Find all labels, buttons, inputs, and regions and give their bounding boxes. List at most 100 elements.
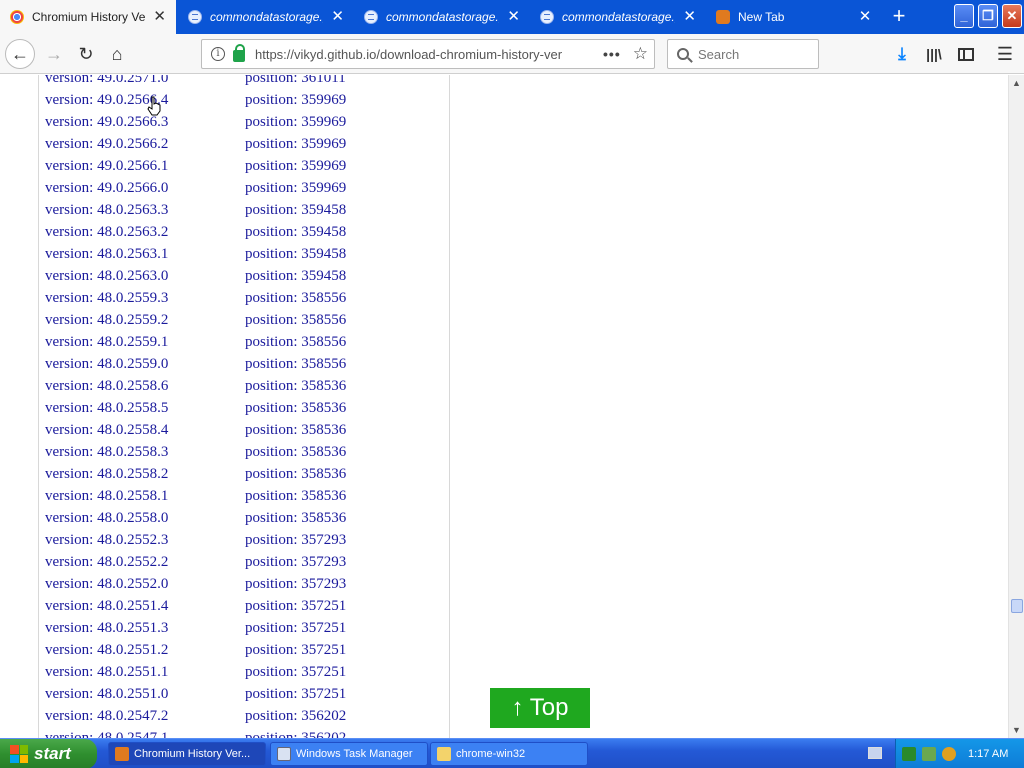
version-link[interactable]: version: 49.0.2566.1 xyxy=(45,155,168,177)
library-icon[interactable]: |||\ xyxy=(923,43,945,65)
vertical-scrollbar[interactable]: ▲ ▼ xyxy=(1008,75,1024,738)
scrollbar-thumb[interactable] xyxy=(1011,599,1023,613)
close-tab-icon[interactable]: ✕ xyxy=(683,9,696,24)
tab-commondatastorage-1[interactable]: commondatastorage.go ✕ xyxy=(178,0,354,34)
version-link[interactable]: version: 48.0.2558.6 xyxy=(45,375,168,397)
position-link[interactable]: position: 356202 xyxy=(245,727,346,738)
position-link[interactable]: position: 357251 xyxy=(245,595,346,617)
version-link[interactable]: version: 48.0.2563.0 xyxy=(45,265,168,287)
version-link[interactable]: version: 48.0.2547.1 xyxy=(45,727,168,738)
position-link[interactable]: position: 358536 xyxy=(245,397,346,419)
position-link[interactable]: position: 359969 xyxy=(245,133,346,155)
version-link[interactable]: version: 48.0.2551.4 xyxy=(45,595,168,617)
page-actions-icon[interactable]: ••• xyxy=(603,46,621,62)
forward-arrow-icon[interactable]: → xyxy=(40,40,68,68)
url-text[interactable]: https://vikyd.github.io/download-chromiu… xyxy=(255,47,603,62)
tab-chromium-history[interactable]: Chromium History Versio ✕ xyxy=(0,0,176,34)
version-link[interactable]: version: 48.0.2558.2 xyxy=(45,463,168,485)
version-link[interactable]: version: 48.0.2551.1 xyxy=(45,661,168,683)
version-link[interactable]: version: 49.0.2571.0 xyxy=(45,75,168,89)
version-link[interactable]: version: 48.0.2563.1 xyxy=(45,243,168,265)
hamburger-menu-icon[interactable]: ☰ xyxy=(994,43,1016,65)
bookmark-star-icon[interactable]: ☆ xyxy=(633,44,648,64)
taskbar-item-chrome-win32[interactable]: chrome-win32 xyxy=(430,742,588,766)
version-link[interactable]: version: 48.0.2559.3 xyxy=(45,287,168,309)
version-link[interactable]: version: 48.0.2558.4 xyxy=(45,419,168,441)
version-link[interactable]: version: 48.0.2551.0 xyxy=(45,683,168,705)
keyboard-layout-icon[interactable] xyxy=(868,747,882,759)
position-link[interactable]: position: 358556 xyxy=(245,287,346,309)
position-link[interactable]: position: 359458 xyxy=(245,243,346,265)
position-link[interactable]: position: 359969 xyxy=(245,177,346,199)
version-link[interactable]: version: 48.0.2558.1 xyxy=(45,485,168,507)
tab-commondatastorage-3[interactable]: commondatastorage.go ✕ xyxy=(530,0,706,34)
position-link[interactable]: position: 358556 xyxy=(245,353,346,375)
tab-commondatastorage-2[interactable]: commondatastorage.go ✕ xyxy=(354,0,530,34)
version-link[interactable]: version: 48.0.2552.3 xyxy=(45,529,168,551)
position-link[interactable]: position: 357293 xyxy=(245,551,346,573)
version-link[interactable]: version: 48.0.2551.3 xyxy=(45,617,168,639)
info-icon[interactable]: i xyxy=(211,47,225,61)
version-link[interactable]: version: 48.0.2559.0 xyxy=(45,353,168,375)
close-tab-icon[interactable]: ✕ xyxy=(858,9,872,24)
scroll-down-arrow-icon[interactable]: ▼ xyxy=(1009,722,1024,738)
position-link[interactable]: position: 357293 xyxy=(245,573,346,595)
position-link[interactable]: position: 357251 xyxy=(245,661,346,683)
reload-icon[interactable]: ↻ xyxy=(72,40,100,68)
position-link[interactable]: position: 358536 xyxy=(245,463,346,485)
scroll-up-arrow-icon[interactable]: ▲ xyxy=(1009,75,1024,91)
position-link[interactable]: position: 359969 xyxy=(245,155,346,177)
new-tab-plus-icon[interactable]: + xyxy=(886,4,912,30)
version-link[interactable]: version: 48.0.2558.3 xyxy=(45,441,168,463)
download-icon[interactable]: ⤓ xyxy=(891,43,913,65)
version-link[interactable]: version: 48.0.2552.2 xyxy=(45,551,168,573)
close-tab-icon[interactable]: ✕ xyxy=(507,9,520,24)
version-link[interactable]: version: 48.0.2552.0 xyxy=(45,573,168,595)
search-input[interactable]: Search xyxy=(667,39,819,69)
version-link[interactable]: version: 48.0.2563.3 xyxy=(45,199,168,221)
version-link[interactable]: version: 48.0.2558.0 xyxy=(45,507,168,529)
minimize-window-button[interactable]: _ xyxy=(954,4,974,28)
position-link[interactable]: position: 358536 xyxy=(245,507,346,529)
position-link[interactable]: position: 359458 xyxy=(245,199,346,221)
taskbar-item-chromium-history[interactable]: Chromium History Ver... xyxy=(108,742,266,766)
version-link[interactable]: version: 48.0.2547.2 xyxy=(45,705,168,727)
version-link[interactable]: version: 49.0.2566.0 xyxy=(45,177,168,199)
home-icon[interactable]: ⌂ xyxy=(103,40,131,68)
close-tab-icon[interactable]: ✕ xyxy=(153,9,166,24)
back-arrow-icon[interactable]: ← xyxy=(5,39,35,69)
version-link[interactable]: version: 48.0.2551.2 xyxy=(45,639,168,661)
position-link[interactable]: position: 358536 xyxy=(245,375,346,397)
position-link[interactable]: position: 359969 xyxy=(245,111,346,133)
position-link[interactable]: position: 356202 xyxy=(245,705,346,727)
position-link[interactable]: position: 359458 xyxy=(245,265,346,287)
start-button[interactable]: start xyxy=(0,739,97,768)
position-link[interactable]: position: 357251 xyxy=(245,683,346,705)
position-link[interactable]: position: 359969 xyxy=(245,89,346,111)
position-link[interactable]: position: 358536 xyxy=(245,419,346,441)
position-link[interactable]: position: 358556 xyxy=(245,331,346,353)
version-link[interactable]: version: 49.0.2566.2 xyxy=(45,133,168,155)
position-link[interactable]: position: 357293 xyxy=(245,529,346,551)
position-link[interactable]: position: 358556 xyxy=(245,309,346,331)
sidebar-icon[interactable] xyxy=(955,43,977,65)
position-link[interactable]: position: 357251 xyxy=(245,639,346,661)
back-to-top-button[interactable]: ↑ Top xyxy=(490,688,590,728)
close-tab-icon[interactable]: ✕ xyxy=(331,9,344,24)
restore-window-button[interactable]: ❐ xyxy=(978,4,998,28)
close-window-button[interactable]: ✕ xyxy=(1002,4,1022,28)
position-link[interactable]: position: 359458 xyxy=(245,221,346,243)
tab-new-tab[interactable]: New Tab ✕ xyxy=(706,0,882,34)
version-link[interactable]: version: 48.0.2558.5 xyxy=(45,397,168,419)
address-bar[interactable]: i https://vikyd.github.io/download-chrom… xyxy=(201,39,655,69)
version-link[interactable]: version: 48.0.2563.2 xyxy=(45,221,168,243)
position-link[interactable]: position: 358536 xyxy=(245,485,346,507)
position-link[interactable]: position: 357251 xyxy=(245,617,346,639)
position-link[interactable]: position: 358536 xyxy=(245,441,346,463)
version-link[interactable]: version: 48.0.2559.2 xyxy=(45,309,168,331)
taskbar-item-task-manager[interactable]: Windows Task Manager xyxy=(270,742,428,766)
lock-icon[interactable] xyxy=(233,44,245,62)
search-tray-icon[interactable] xyxy=(942,747,956,761)
tray-app-icon[interactable] xyxy=(902,747,916,761)
version-link[interactable]: version: 48.0.2559.1 xyxy=(45,331,168,353)
